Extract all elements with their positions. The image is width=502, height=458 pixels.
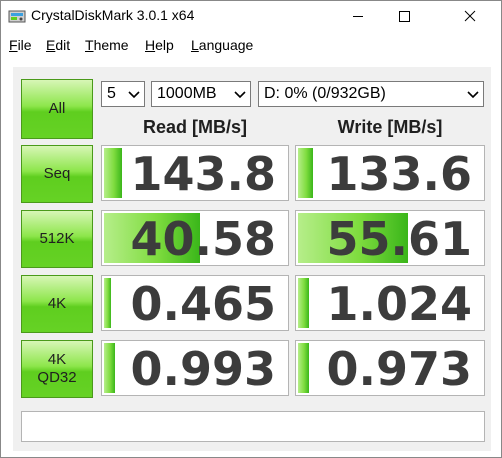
menu-file[interactable]: File xyxy=(9,37,32,53)
4k-test-button[interactable]: 4K xyxy=(21,275,93,333)
seq-read-bar xyxy=(104,148,122,198)
seq-write-result: 133.6 xyxy=(295,145,485,201)
all-button-label: All xyxy=(48,100,66,117)
4k-read-value: 0.465 xyxy=(130,277,276,331)
4k-qd32-read-result: 0.993 xyxy=(101,340,289,396)
4k-qd32-test-label-line2: QD32 xyxy=(37,369,77,386)
menu-language-label: anguage xyxy=(198,37,254,53)
chevron-down-icon xyxy=(128,91,140,99)
close-icon xyxy=(464,10,476,22)
chevron-down-icon xyxy=(234,91,246,99)
title-bar[interactable]: CrystalDiskMark 3.0.1 x64 xyxy=(1,1,501,31)
window-title: CrystalDiskMark 3.0.1 x64 xyxy=(31,7,195,23)
read-column-header: Read [MB/s] xyxy=(142,117,247,137)
4k-qd32-write-bar xyxy=(298,343,309,393)
seq-write-value: 133.6 xyxy=(326,147,472,201)
4k-write-result: 1.024 xyxy=(295,275,485,331)
test-size-value: 1000MB xyxy=(157,85,217,102)
crystaldiskmark-icon xyxy=(8,10,26,23)
512k-test-label: 512K xyxy=(39,230,75,247)
4k-qd32-write-value: 0.973 xyxy=(326,342,472,396)
write-column-header: Write [MB/s] xyxy=(337,117,443,137)
4k-write-value: 1.024 xyxy=(326,277,472,331)
512k-test-button[interactable]: 512K xyxy=(21,210,93,268)
menu-help-label: elp xyxy=(155,37,174,53)
menu-file-label: ile xyxy=(17,37,32,53)
512k-read-value: 40.58 xyxy=(130,212,276,266)
close-button[interactable] xyxy=(447,1,493,31)
menu-help-mnemonic: H xyxy=(145,37,156,53)
seq-read-value: 143.8 xyxy=(130,147,276,201)
4k-qd32-test-button[interactable]: 4K QD32 xyxy=(21,340,93,398)
4k-qd32-test-label-line1: 4K xyxy=(47,351,67,368)
benchmark-panel: All 5 1000MB D: 0% (0/932GB) Read [MB/s]… xyxy=(13,67,491,451)
menu-file-mnemonic: F xyxy=(9,37,18,53)
menu-language[interactable]: Language xyxy=(191,37,253,53)
all-button[interactable]: All xyxy=(21,79,93,139)
4k-write-bar xyxy=(298,278,309,328)
menu-theme-mnemonic: T xyxy=(85,37,94,53)
seq-read-result: 143.8 xyxy=(101,145,289,201)
menu-theme-label: heme xyxy=(93,37,129,53)
512k-read-result: 40.58 xyxy=(101,210,289,266)
menu-help[interactable]: Help xyxy=(145,37,174,53)
512k-write-result: 55.61 xyxy=(295,210,485,266)
4k-qd32-read-value: 0.993 xyxy=(130,342,276,396)
maximize-button[interactable] xyxy=(381,1,427,31)
drive-select[interactable]: D: 0% (0/932GB) xyxy=(258,81,484,107)
menu-theme[interactable]: Theme xyxy=(85,37,129,53)
seq-test-label: Seq xyxy=(43,165,71,182)
4k-read-result: 0.465 xyxy=(101,275,289,331)
menu-bar: File Edit Theme Help Language xyxy=(1,34,501,56)
512k-write-value: 55.61 xyxy=(326,212,472,266)
menu-edit-mnemonic: E xyxy=(46,37,56,53)
4k-test-label: 4K xyxy=(47,295,67,312)
test-size-select[interactable]: 1000MB xyxy=(151,81,251,107)
chevron-down-icon xyxy=(467,91,479,99)
seq-test-button[interactable]: Seq xyxy=(21,145,93,203)
comment-input[interactable] xyxy=(21,411,485,442)
4k-read-bar xyxy=(104,278,111,328)
minimize-icon xyxy=(353,16,363,17)
menu-edit[interactable]: Edit xyxy=(46,37,70,53)
app-window: CrystalDiskMark 3.0.1 x64 File Edit Them… xyxy=(0,0,502,458)
4k-qd32-write-result: 0.973 xyxy=(295,340,485,396)
minimize-button[interactable] xyxy=(335,1,381,31)
menu-language-mnemonic: L xyxy=(191,37,199,53)
drive-value: D: 0% (0/932GB) xyxy=(264,85,386,102)
4k-qd32-read-bar xyxy=(104,343,115,393)
test-count-value: 5 xyxy=(107,85,116,102)
seq-write-bar xyxy=(298,148,313,198)
menu-edit-label: dit xyxy=(55,37,71,53)
test-count-select[interactable]: 5 xyxy=(101,81,145,107)
maximize-icon xyxy=(399,11,410,22)
